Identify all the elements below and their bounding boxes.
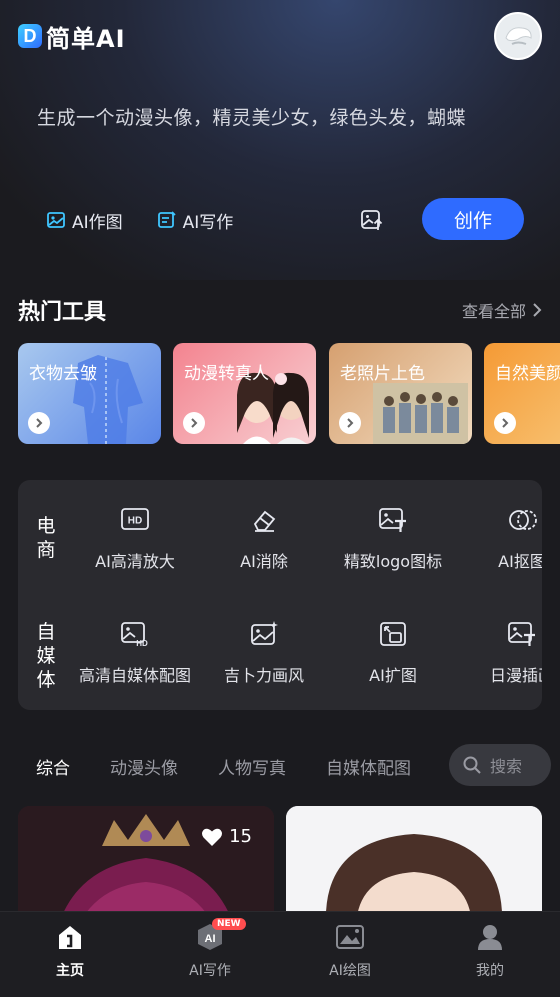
category-self-media: 自 媒 体 bbox=[35, 620, 57, 692]
eraser-icon bbox=[253, 510, 276, 532]
category-char: 体 bbox=[36, 669, 56, 691]
logo-mark: D bbox=[18, 24, 42, 48]
tool-hd-upscale[interactable]: HD AI高清放大 bbox=[71, 506, 199, 572]
tab-label: AI绘图 bbox=[329, 963, 371, 979]
tab-label: 主页 bbox=[56, 963, 84, 979]
tool-card-colorize-photo[interactable]: 老照片上色 bbox=[329, 343, 472, 444]
create-button[interactable]: 创作 bbox=[422, 198, 524, 240]
tool-anime-illustration[interactable]: 日漫插画 bbox=[458, 620, 542, 686]
tool-label: AI扩图 bbox=[369, 666, 417, 685]
image-sparkle-icon bbox=[251, 621, 278, 645]
tab-ai-write[interactable]: AI NEW AI写作 bbox=[160, 918, 260, 980]
profile-icon bbox=[478, 925, 502, 950]
hot-tools-header: 热门工具 查看全部 bbox=[18, 294, 542, 326]
search-label: 搜索 bbox=[490, 757, 523, 776]
image-hd-icon: HD bbox=[121, 622, 148, 648]
arrow-right-icon bbox=[339, 412, 361, 434]
expand-image-icon bbox=[380, 622, 406, 646]
mode-ai-image[interactable]: AI作图 bbox=[46, 208, 123, 233]
cutout-icon bbox=[509, 510, 537, 530]
tab-label: 我的 bbox=[476, 963, 504, 979]
search-button[interactable]: 搜索 bbox=[449, 744, 551, 786]
svg-text:HD: HD bbox=[128, 516, 142, 527]
image-text-icon bbox=[379, 508, 406, 532]
avatar-image bbox=[498, 16, 538, 56]
arrow-right-icon bbox=[28, 412, 50, 434]
upload-image-icon[interactable] bbox=[360, 208, 384, 232]
tool-label: AI抠图 bbox=[498, 552, 542, 571]
tool-cutout[interactable]: AI抠图 bbox=[458, 506, 542, 572]
svg-text:AI: AI bbox=[205, 933, 216, 945]
tab-label: AI写作 bbox=[189, 963, 231, 979]
filter-tab-all[interactable]: 综合 bbox=[36, 754, 70, 779]
mode-row: AI作图 AI写作 创作 bbox=[46, 198, 524, 242]
category-char: 自 bbox=[36, 621, 56, 643]
feed-card[interactable]: 15 bbox=[18, 806, 274, 926]
tool-label: 高清自媒体配图 bbox=[78, 666, 191, 685]
filter-tab-anime-avatar[interactable]: 动漫头像 bbox=[110, 754, 178, 779]
heart-icon bbox=[202, 828, 223, 846]
arrow-right-icon bbox=[183, 412, 205, 434]
edit-icon bbox=[157, 211, 176, 228]
image-text-icon bbox=[508, 622, 535, 646]
tool-hd-media-image[interactable]: HD 高清自媒体配图 bbox=[71, 620, 199, 686]
hot-tool-carousel: 衣物去皱 动漫转真人 老照片上色 自然美颜 bbox=[18, 343, 560, 444]
tool-label: AI高清放大 bbox=[95, 552, 175, 571]
category-char: 商 bbox=[36, 539, 56, 561]
mode-label: AI作图 bbox=[72, 212, 123, 233]
see-all-label: 查看全部 bbox=[461, 302, 526, 321]
tool-card-label: 动漫转真人 bbox=[184, 364, 269, 384]
tool-card-label: 衣物去皱 bbox=[29, 364, 97, 384]
chevron-right-icon bbox=[533, 303, 542, 317]
category-ecommerce: 电 商 bbox=[35, 514, 57, 562]
tool-label: 精致logo图标 bbox=[343, 552, 443, 571]
like-count[interactable]: 15 bbox=[201, 826, 252, 847]
filter-tab-portrait[interactable]: 人物写真 bbox=[218, 754, 286, 779]
tab-ai-draw[interactable]: AI绘图 bbox=[300, 922, 400, 980]
tool-expand-image[interactable]: AI扩图 bbox=[329, 620, 457, 686]
tool-grid-panel: 电 商 HD AI高清放大 AI消除 精致logo图标 AI抠图 自 媒 体 H… bbox=[18, 480, 542, 710]
user-avatar[interactable] bbox=[494, 12, 542, 60]
tool-card-wrinkle[interactable]: 衣物去皱 bbox=[18, 343, 161, 444]
tool-logo-icon[interactable]: 精致logo图标 bbox=[329, 506, 457, 572]
prompt-input[interactable]: 生成一个动漫头像，精灵美少女，绿色头发，蝴蝶 bbox=[37, 103, 466, 130]
filter-tabs: 综合 动漫头像 人物写真 自媒体配图 bbox=[36, 754, 451, 779]
mode-ai-write[interactable]: AI写作 bbox=[157, 208, 234, 233]
svg-text:HD: HD bbox=[136, 639, 148, 648]
feed-card[interactable] bbox=[286, 806, 542, 926]
tool-label: 吉卜力画风 bbox=[223, 666, 304, 685]
tool-label: AI消除 bbox=[240, 552, 288, 571]
tool-erase[interactable]: AI消除 bbox=[200, 506, 328, 572]
tool-ghibli-style[interactable]: 吉卜力画风 bbox=[200, 620, 328, 686]
ai-draw-icon bbox=[336, 925, 364, 949]
category-char: 电 bbox=[36, 515, 56, 537]
mode-label: AI写作 bbox=[182, 212, 234, 233]
tool-card-natural-beauty[interactable]: 自然美颜 bbox=[484, 343, 560, 444]
tab-home[interactable]: 主页 bbox=[20, 922, 120, 980]
feed-image bbox=[286, 806, 542, 926]
search-icon bbox=[463, 756, 481, 774]
category-char: 媒 bbox=[36, 645, 56, 667]
new-badge: NEW bbox=[212, 918, 246, 930]
app-header: D 简单AI bbox=[18, 12, 542, 60]
arrow-right-icon bbox=[494, 412, 516, 434]
filter-tab-media-image[interactable]: 自媒体配图 bbox=[326, 754, 411, 779]
hd-icon: HD bbox=[121, 508, 149, 530]
app-logo: D 简单AI bbox=[18, 19, 126, 54]
feed-image bbox=[18, 806, 274, 926]
like-number: 15 bbox=[229, 826, 252, 847]
tool-card-label: 自然美颜 bbox=[495, 364, 560, 384]
tool-card-anime-to-real[interactable]: 动漫转真人 bbox=[173, 343, 316, 444]
image-icon bbox=[47, 212, 65, 228]
home-icon bbox=[59, 926, 81, 949]
tool-label: 日漫插画 bbox=[489, 666, 542, 685]
tab-profile[interactable]: 我的 bbox=[440, 922, 540, 980]
bottom-tab-bar: 主页 AI NEW AI写作 AI绘图 我的 bbox=[0, 911, 560, 997]
section-title: 热门工具 bbox=[18, 300, 107, 325]
app-name: 简单AI bbox=[46, 24, 126, 53]
see-all-link[interactable]: 查看全部 bbox=[462, 298, 542, 322]
tool-card-label: 老照片上色 bbox=[340, 364, 425, 384]
filter-row: 综合 动漫头像 人物写真 自媒体配图 搜索 bbox=[18, 744, 560, 786]
